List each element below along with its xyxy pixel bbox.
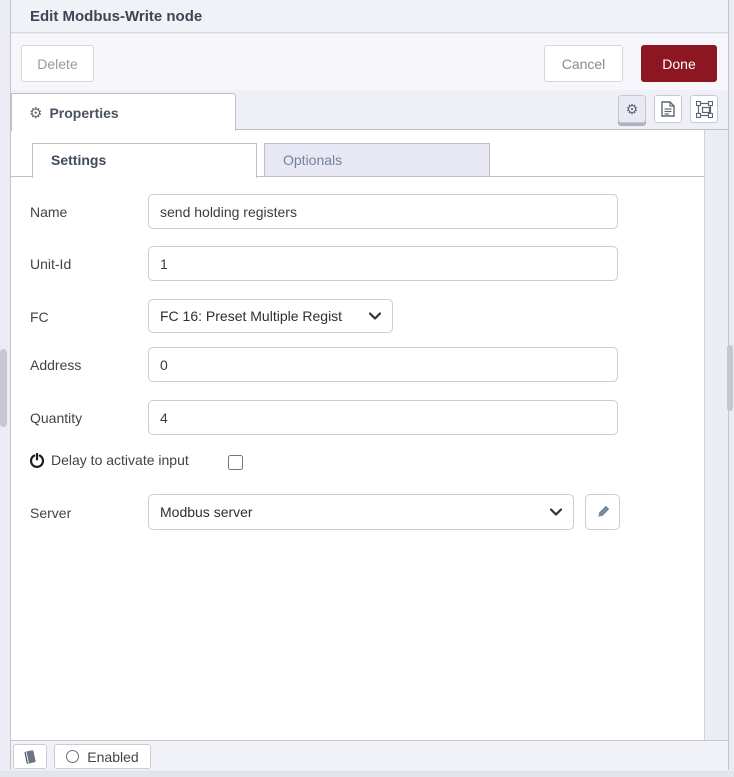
editor-backdrop: Edit Modbus-Write node Delete Cancel Don… [0, 0, 734, 777]
gear-icon: ⚙ [626, 101, 639, 118]
page-bottom-edge [0, 771, 734, 777]
quantity-label: Quantity [30, 410, 82, 426]
tray-footer: Enabled [11, 740, 728, 770]
appearance-icon-button[interactable] [690, 95, 718, 123]
done-button[interactable]: Done [641, 45, 717, 82]
tray-toolbar: Delete Cancel Done [11, 34, 728, 90]
name-input[interactable] [148, 194, 618, 229]
properties-tabbar: ⚙ Properties ⚙ [11, 90, 728, 130]
fc-label: FC [30, 309, 49, 325]
server-select[interactable]: Modbus server [148, 494, 574, 530]
address-input[interactable] [148, 347, 618, 382]
delay-checkbox[interactable] [228, 455, 243, 470]
name-label: Name [30, 204, 67, 220]
server-label: Server [30, 505, 71, 521]
properties-icon-button[interactable]: ⚙ [618, 95, 646, 123]
pencil-icon [595, 505, 610, 520]
description-icon-button[interactable] [654, 95, 682, 123]
tab-settings[interactable]: Settings [32, 143, 257, 178]
delay-label: Delay to activate input [51, 452, 189, 468]
gear-icon: ⚙ [29, 104, 42, 122]
right-scrollbar-thumb[interactable] [727, 345, 733, 411]
delay-row: Delay to activate input [11, 452, 704, 474]
delay-label-wrap: Delay to activate input [30, 452, 189, 468]
enabled-toggle-button[interactable]: Enabled [54, 744, 151, 769]
optionals-tab-label: Optionals [283, 152, 342, 168]
address-label: Address [30, 357, 81, 373]
book-icon [22, 749, 38, 765]
power-icon [30, 453, 44, 468]
left-scrollbar-thumb[interactable] [0, 349, 7, 427]
unit-id-label: Unit-Id [30, 256, 71, 272]
unit-id-input[interactable] [148, 246, 618, 281]
fc-select[interactable]: FC 16: Preset Multiple Regist [148, 299, 393, 333]
tab-properties[interactable]: ⚙ Properties [11, 93, 236, 131]
quantity-input[interactable] [148, 400, 618, 435]
selection-group-icon [696, 101, 713, 118]
edit-node-tray: Edit Modbus-Write node Delete Cancel Don… [10, 0, 729, 770]
tray-header: Edit Modbus-Write node [11, 0, 728, 33]
tab-optionals[interactable]: Optionals [264, 143, 490, 177]
enabled-label: Enabled [87, 749, 138, 765]
node-description-button[interactable] [13, 744, 47, 769]
delete-button[interactable]: Delete [21, 45, 94, 82]
properties-panel: Settings Optionals Name Unit-Id FC FC 16… [11, 130, 705, 740]
properties-tab-label: Properties [49, 105, 118, 121]
settings-tab-label: Settings [51, 152, 106, 168]
document-icon [661, 101, 675, 117]
cancel-button[interactable]: Cancel [544, 45, 623, 82]
dialog-title: Edit Modbus-Write node [30, 0, 202, 33]
edit-server-button[interactable] [585, 494, 620, 530]
enabled-status-icon [66, 750, 79, 763]
